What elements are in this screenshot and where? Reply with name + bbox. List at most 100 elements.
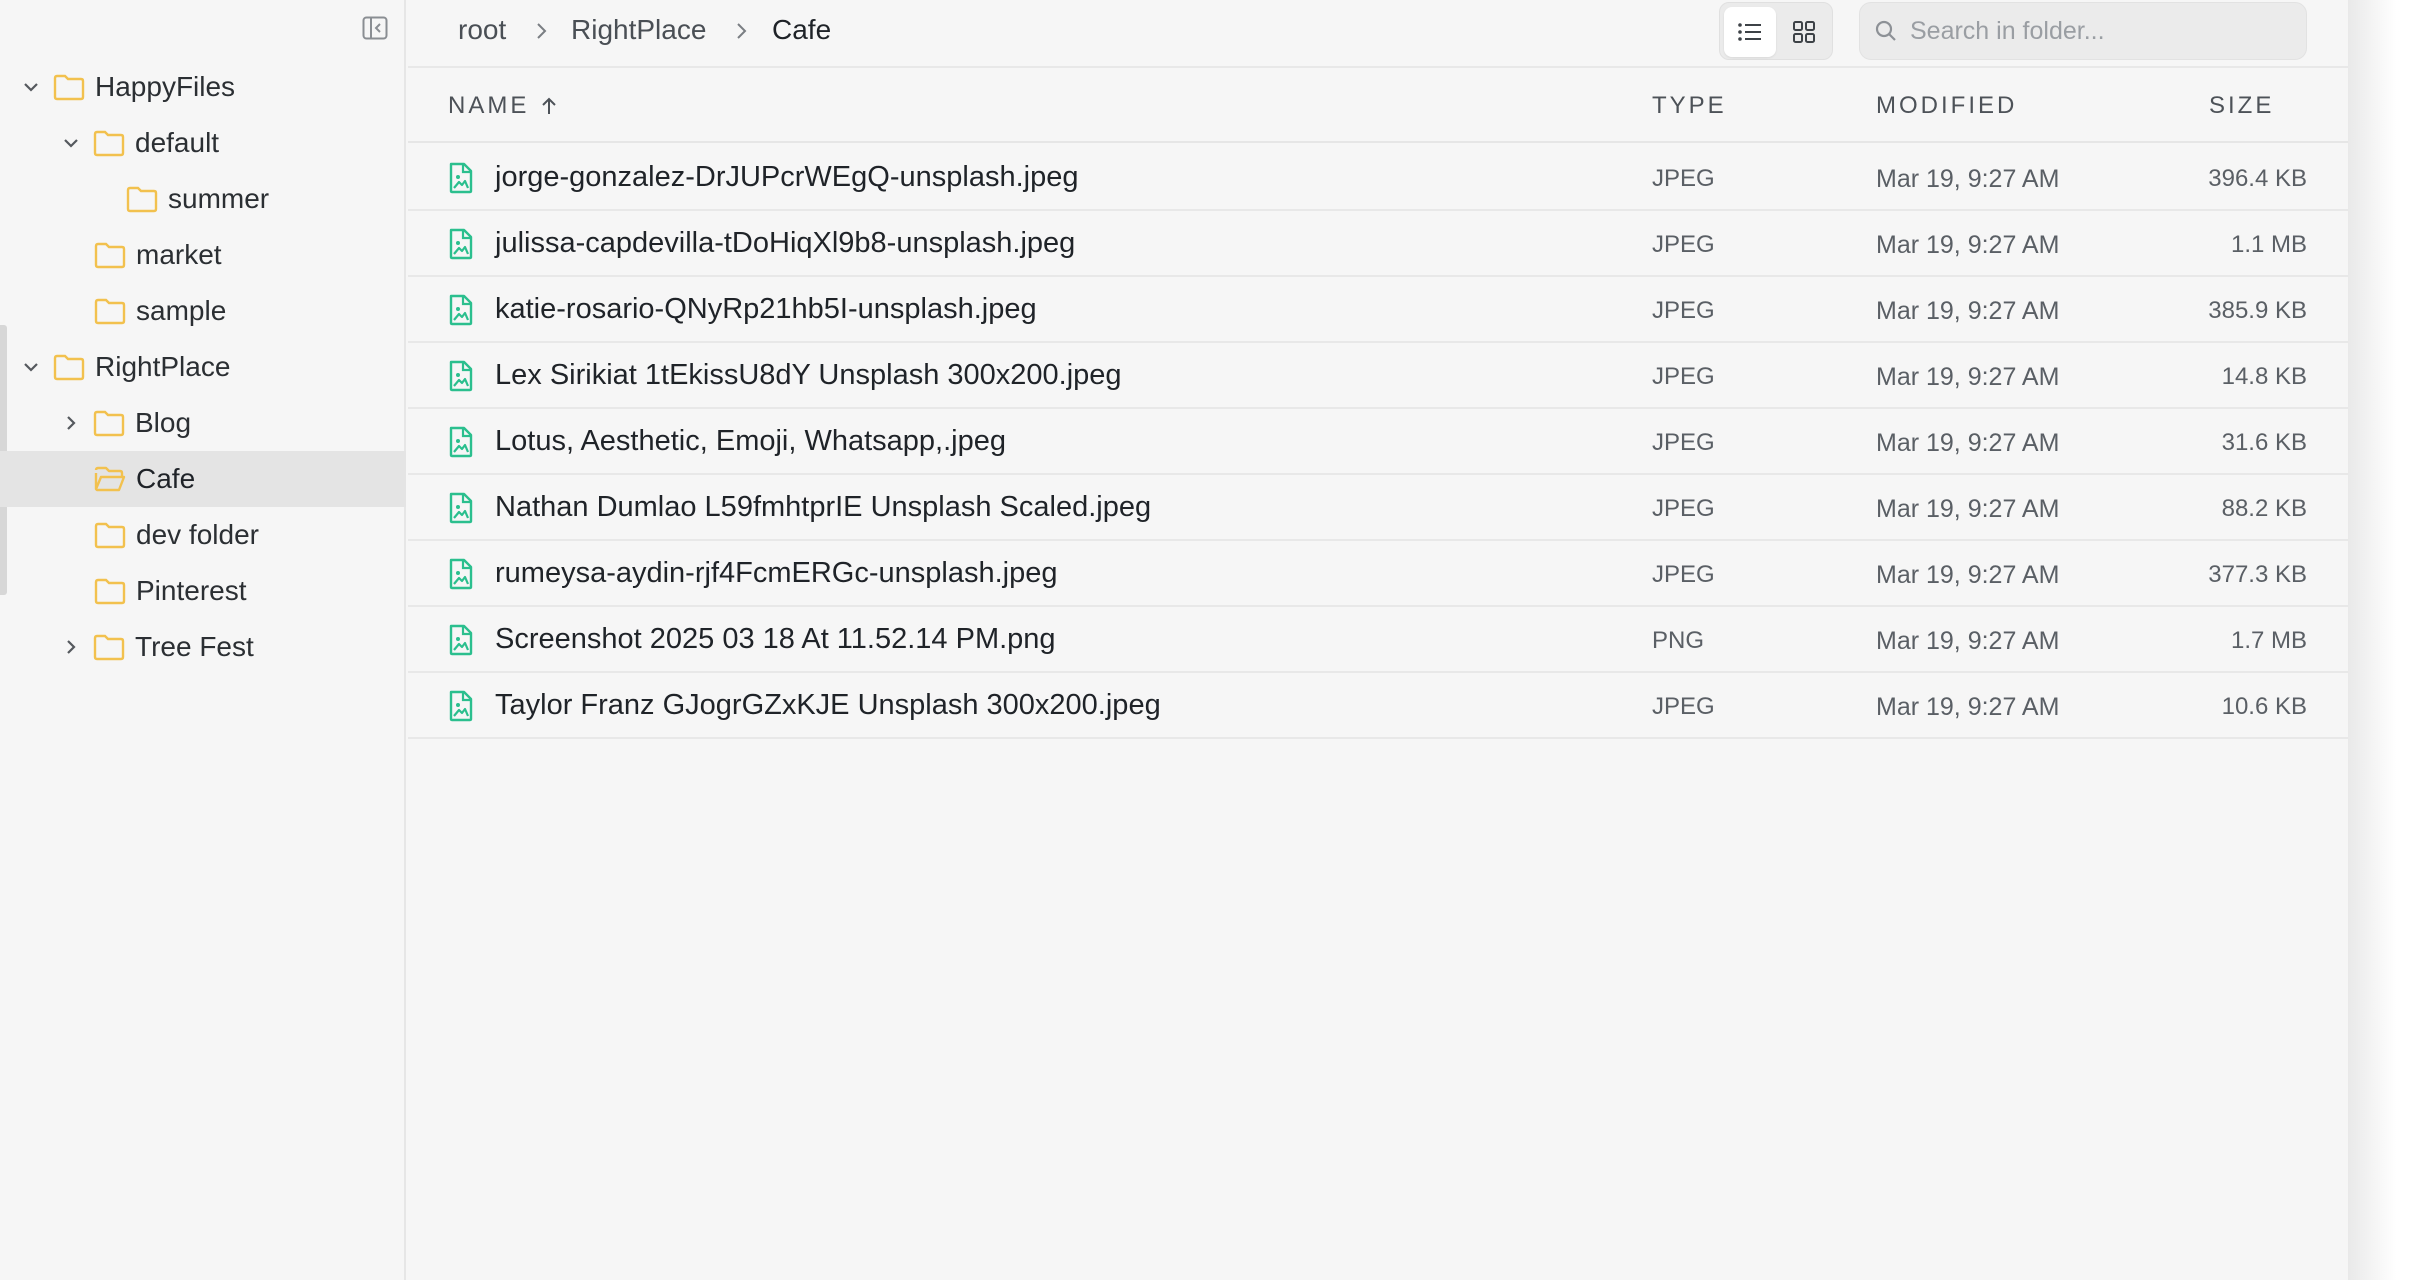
file-type: JPEG bbox=[1652, 363, 1715, 390]
chevron-right-icon[interactable] bbox=[59, 635, 83, 659]
search-input[interactable] bbox=[1910, 16, 2290, 46]
list-icon bbox=[1738, 23, 1761, 41]
folder-icon bbox=[126, 186, 158, 213]
image-file-icon bbox=[449, 690, 473, 722]
table-row[interactable]: Lotus, Aesthetic, Emoji, Whatsapp,.jpeg J… bbox=[408, 409, 2348, 475]
file-modified: Mar 19, 9:27 AM bbox=[1876, 561, 2060, 589]
table-header: NAME TYPE MODIFIED SIZE bbox=[408, 70, 2348, 143]
image-file-icon bbox=[449, 492, 473, 524]
breadcrumb-cafe[interactable]: Cafe bbox=[772, 14, 831, 46]
file-modified: Mar 19, 9:27 AM bbox=[1876, 297, 2060, 325]
folder-icon bbox=[94, 578, 126, 605]
file-size: 10.6 KB bbox=[2221, 693, 2307, 720]
tree-item-happyfiles[interactable]: HappyFiles bbox=[0, 61, 406, 113]
file-size: 1.7 MB bbox=[2230, 627, 2307, 654]
file-modified: Mar 19, 9:27 AM bbox=[1876, 363, 2060, 391]
tree-item-dev-folder[interactable]: dev folder bbox=[0, 509, 406, 561]
table-row[interactable]: jorge-gonzalez-DrJUPcrWEgQ-unsplash.jpeg… bbox=[408, 145, 2348, 211]
list-view-button[interactable] bbox=[1724, 7, 1776, 57]
tree-item-label: Blog bbox=[135, 407, 192, 438]
chevron-right-icon bbox=[537, 23, 547, 39]
tree-item-summer[interactable]: summer bbox=[0, 173, 406, 225]
file-name: Lex Sirikiat 1tEkissU8dY Unsplash 300x20… bbox=[495, 359, 1122, 391]
file-size: 88.2 KB bbox=[2221, 495, 2307, 522]
tree-item-label: RightPlace bbox=[95, 351, 231, 382]
sidebar: HappyFiles default summer market sample bbox=[0, 0, 406, 1280]
tree-item-default[interactable]: default bbox=[0, 117, 406, 169]
table-row[interactable]: Taylor Franz GJogrGZxKJE Unsplash 300x20… bbox=[408, 673, 2348, 739]
toolbar: root RightPlace Cafe bbox=[408, 0, 2348, 68]
file-modified: Mar 19, 9:27 AM bbox=[1876, 429, 2060, 457]
breadcrumb-root[interactable]: root bbox=[458, 14, 506, 46]
collapse-sidebar-button[interactable] bbox=[360, 13, 390, 43]
table-row[interactable]: Lex Sirikiat 1tEkissU8dY Unsplash 300x20… bbox=[408, 343, 2348, 409]
tree-item-pinterest[interactable]: Pinterest bbox=[0, 565, 406, 617]
tree-item-label: market bbox=[136, 239, 222, 270]
table-row[interactable]: Screenshot 2025 03 18 At 11.52.14 PM.png… bbox=[408, 607, 2348, 673]
file-name: katie-rosario-QNyRp21hb5I-unsplash.jpeg bbox=[495, 293, 1037, 325]
image-file-icon bbox=[449, 294, 473, 326]
chevron-down-icon[interactable] bbox=[59, 131, 83, 155]
chevron-down-icon[interactable] bbox=[19, 75, 43, 99]
table-row[interactable]: julissa-capdevilla-tDoHiqXl9b8-unsplash.… bbox=[408, 211, 2348, 277]
file-type: JPEG bbox=[1652, 165, 1715, 192]
table-row[interactable]: Nathan Dumlao L59fmhtprIE Unsplash Scale… bbox=[408, 475, 2348, 541]
table-row[interactable]: katie-rosario-QNyRp21hb5I-unsplash.jpeg J… bbox=[408, 277, 2348, 343]
column-header-name[interactable]: NAME bbox=[448, 92, 559, 120]
column-header-modified[interactable]: MODIFIED bbox=[1876, 92, 2017, 120]
tree-item-label: Cafe bbox=[136, 463, 196, 494]
file-type: JPEG bbox=[1652, 429, 1715, 456]
file-name: Lotus, Aesthetic, Emoji, Whatsapp,.jpeg bbox=[495, 425, 1006, 457]
grid-view-button[interactable] bbox=[1778, 7, 1830, 57]
background-edge bbox=[2348, 0, 2429, 1280]
image-file-icon bbox=[449, 426, 473, 458]
view-toggle bbox=[1719, 2, 1833, 60]
tree-item-label: dev folder bbox=[136, 519, 259, 550]
folder-icon bbox=[93, 410, 125, 437]
tree-item-label: summer bbox=[168, 183, 270, 214]
column-header-size[interactable]: SIZE bbox=[2209, 92, 2274, 120]
folder-icon bbox=[93, 634, 125, 661]
sidebar-collapse-icon bbox=[362, 16, 388, 40]
tree-item-cafe[interactable]: Cafe bbox=[0, 451, 406, 507]
folder-icon bbox=[94, 242, 126, 269]
folder-icon bbox=[53, 74, 85, 101]
grid-icon bbox=[1793, 21, 1815, 43]
file-type: JPEG bbox=[1652, 495, 1715, 522]
breadcrumb-rightplace[interactable]: RightPlace bbox=[571, 14, 706, 46]
file-manager-window: HappyFiles default summer market sample bbox=[0, 0, 2348, 1280]
file-name: Nathan Dumlao L59fmhtprIE Unsplash Scale… bbox=[495, 491, 1152, 523]
tree-item-tree-fest[interactable]: Tree Fest bbox=[0, 621, 406, 673]
table-row[interactable]: rumeysa-aydin-rjf4FcmERGc-unsplash.jpeg J… bbox=[408, 541, 2348, 607]
file-size: 377.3 KB bbox=[2208, 561, 2307, 588]
file-size: 31.6 KB bbox=[2221, 429, 2307, 456]
tree-item-blog[interactable]: Blog bbox=[0, 397, 406, 449]
file-type: JPEG bbox=[1652, 231, 1715, 258]
image-file-icon bbox=[449, 558, 473, 590]
file-modified: Mar 19, 9:27 AM bbox=[1876, 165, 2060, 193]
file-size: 396.4 KB bbox=[2208, 165, 2307, 192]
tree-item-label: Pinterest bbox=[136, 575, 247, 606]
tree-item-sample[interactable]: sample bbox=[0, 285, 406, 337]
file-type: JPEG bbox=[1652, 297, 1715, 324]
file-modified: Mar 19, 9:27 AM bbox=[1876, 693, 2060, 721]
image-file-icon bbox=[449, 360, 473, 392]
folder-icon bbox=[94, 522, 126, 549]
file-size: 14.8 KB bbox=[2221, 363, 2307, 390]
column-header-type[interactable]: TYPE bbox=[1652, 92, 1727, 120]
tree-item-market[interactable]: market bbox=[0, 229, 406, 281]
folder-open-icon bbox=[94, 466, 126, 492]
image-file-icon bbox=[449, 624, 473, 656]
file-name: julissa-capdevilla-tDoHiqXl9b8-unsplash.… bbox=[495, 227, 1076, 259]
tree-item-label: sample bbox=[136, 295, 227, 326]
file-modified: Mar 19, 9:27 AM bbox=[1876, 495, 2060, 523]
folder-icon bbox=[53, 354, 85, 381]
file-type: PNG bbox=[1652, 627, 1705, 654]
file-size: 385.9 KB bbox=[2208, 297, 2307, 324]
tree-item-rightplace[interactable]: RightPlace bbox=[0, 341, 406, 393]
folder-icon bbox=[93, 130, 125, 157]
chevron-right-icon[interactable] bbox=[59, 411, 83, 435]
chevron-down-icon[interactable] bbox=[19, 355, 43, 379]
file-name: Taylor Franz GJogrGZxKJE Unsplash 300x20… bbox=[495, 689, 1161, 721]
file-type: JPEG bbox=[1652, 561, 1715, 588]
